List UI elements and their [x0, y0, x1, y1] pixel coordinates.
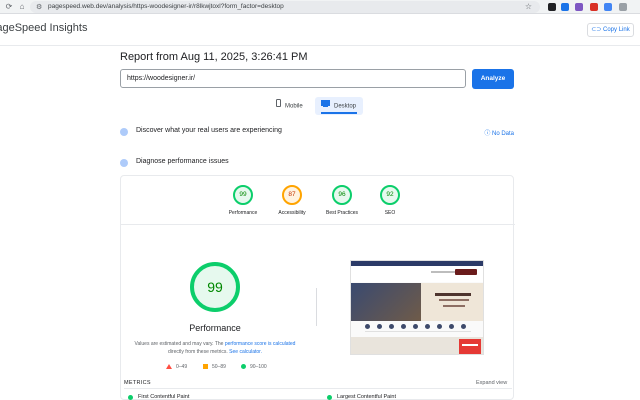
diagnose-heading: Diagnose performance issues — [136, 158, 229, 165]
score-gauge-accessibility[interactable]: 87 — [282, 185, 302, 205]
mobile-phone-icon — [276, 97, 281, 115]
score-calculated-link[interactable]: performance score is calculated — [225, 341, 296, 347]
thumb-hero-text — [421, 283, 483, 321]
thumb-category-icons — [365, 324, 471, 330]
lighthouse-icon — [120, 159, 128, 167]
thumb-category-labels — [365, 331, 471, 332]
note-text-2: directly from these metrics. — [168, 349, 228, 355]
score-label-seo: SEO — [384, 210, 396, 216]
legend-pass-label: 90–100 — [250, 364, 267, 370]
link-icon: ⊂⊃ — [591, 27, 604, 33]
score-label-accessibility: Accessibility — [278, 210, 306, 216]
extension-v-icon[interactable] — [575, 3, 583, 11]
note-text-1: Values are estimated and may vary. The — [134, 341, 224, 347]
metric-fcp-label: First Contentful Paint — [138, 394, 190, 400]
extension-download-icon[interactable] — [561, 3, 569, 11]
metrics-divider — [124, 388, 512, 389]
legend-fail: 0–49 — [166, 364, 187, 370]
pass-circle-icon — [241, 364, 246, 370]
thumb-promo-badge — [459, 339, 481, 354]
performance-score-gauge: 99 — [190, 262, 240, 312]
legend-average-label: 50–89 — [212, 364, 226, 370]
report-title: Report from Aug 11, 2025, 3:26:41 PM — [120, 51, 308, 63]
thumb-logo — [455, 269, 477, 275]
extension-f-icon[interactable] — [590, 3, 598, 11]
info-icon: ⓘ — [484, 131, 492, 137]
metric-lcp-label: Largest Contentful Paint — [337, 394, 397, 400]
legend-fail-label: 0–49 — [176, 364, 188, 370]
users-icon — [120, 128, 128, 136]
fail-triangle-icon — [166, 364, 172, 370]
real-users-section: Discover what your real users are experi… — [120, 126, 514, 140]
app-title[interactable]: PageSpeed Insights — [0, 22, 87, 34]
extension-translate-icon[interactable] — [604, 3, 612, 11]
legend-average: 50–89 — [203, 364, 226, 370]
browser-toolbar: ⟳ ⌂ ⚙ pagespeed.web.dev/analysis/https-w… — [0, 0, 640, 14]
legend-pass: 90–100 — [241, 364, 267, 370]
no-data-label: No Data — [491, 131, 514, 137]
address-bar[interactable]: ⚙ pagespeed.web.dev/analysis/https-woode… — [30, 1, 540, 13]
vertical-divider — [316, 288, 317, 326]
expand-view-button[interactable]: Expand view — [476, 380, 507, 386]
score-gauge-performance[interactable]: 99 — [233, 185, 253, 205]
site-info-icon[interactable]: ⚙ — [36, 3, 42, 11]
address-url[interactable]: pagespeed.web.dev/analysis/https-woodesi… — [48, 2, 284, 12]
performance-label: Performance — [189, 323, 241, 333]
extensions-puzzle-icon[interactable] — [619, 3, 627, 11]
lcp-pass-icon — [327, 395, 332, 400]
thumb-promo-text — [462, 344, 478, 346]
thumb-hero-image — [351, 283, 421, 321]
page-screenshot-thumbnail[interactable] — [350, 260, 484, 355]
tab-mobile-label: Mobile — [285, 103, 303, 110]
diagnose-section: Diagnose performance issues — [120, 157, 514, 171]
metrics-heading: METRICS — [124, 380, 151, 386]
url-input[interactable]: https://woodesigner.ir/ — [120, 69, 466, 88]
tab-desktop[interactable]: Desktop — [315, 97, 363, 115]
reload-icon[interactable]: ⟳ — [4, 2, 14, 12]
score-gauge-best-practices[interactable]: 96 — [332, 185, 352, 205]
performance-note: Values are estimated and may vary. The p… — [130, 340, 300, 356]
copy-link-button[interactable]: ⊂⊃ Copy Link — [587, 23, 634, 37]
home-icon[interactable]: ⌂ — [17, 2, 27, 12]
score-label-best-practices: Best Practices — [326, 210, 358, 216]
score-label-performance: Performance — [228, 210, 258, 216]
extension-pen-icon[interactable] — [548, 3, 556, 11]
tab-mobile[interactable]: Mobile — [276, 97, 312, 115]
tab-desktop-label: Desktop — [334, 103, 357, 110]
copy-link-label: Copy Link — [603, 27, 630, 33]
see-calculator-link[interactable]: See calculator. — [229, 349, 262, 355]
fcp-pass-icon — [128, 395, 133, 400]
average-square-icon — [203, 364, 208, 370]
tab-selected-indicator — [321, 112, 357, 114]
score-gauge-seo[interactable]: 92 — [380, 185, 400, 205]
real-users-heading: Discover what your real users are experi… — [136, 127, 282, 134]
bookmark-star-icon[interactable]: ☆ — [525, 2, 532, 11]
psi-header: PageSpeed Insights ⊂⊃ Copy Link — [0, 14, 640, 46]
analyze-button[interactable]: Analyze — [472, 69, 514, 89]
no-data-link[interactable]: ⓘ No Data — [484, 128, 514, 137]
panel-divider — [121, 224, 515, 225]
